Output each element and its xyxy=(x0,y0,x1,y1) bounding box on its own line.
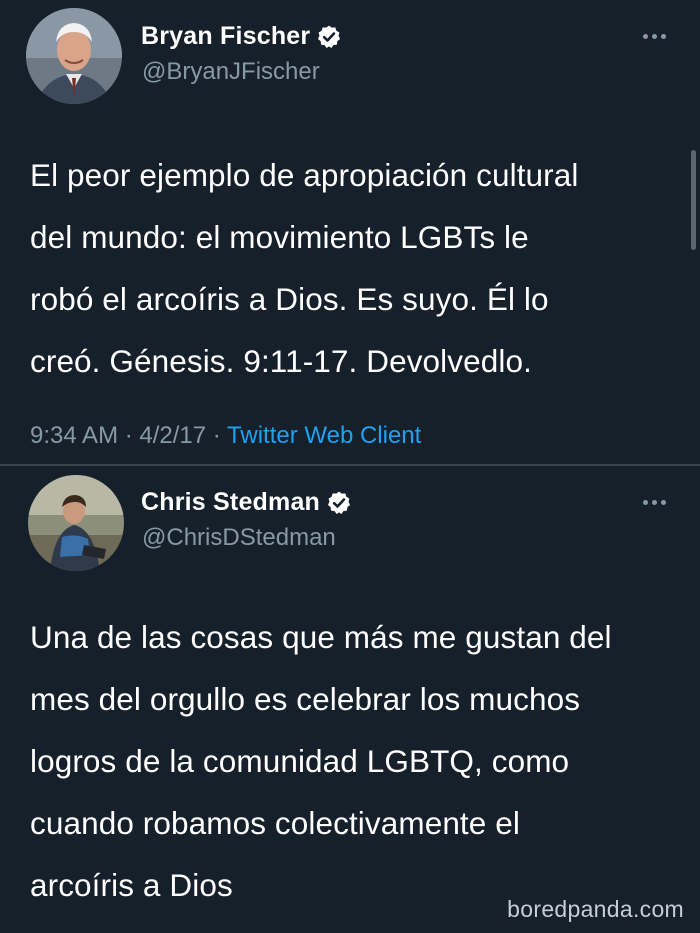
verified-badge-icon xyxy=(318,25,341,48)
tweet-chris-stedman: Chris Stedman @ChrisDStedman Una de las … xyxy=(0,466,700,933)
avatar-bryan-fischer[interactable] xyxy=(26,8,122,104)
meta-separator: · xyxy=(118,422,140,449)
avatar-chris-stedman[interactable] xyxy=(28,475,124,571)
handle[interactable]: @BryanJFischer xyxy=(142,58,320,86)
dot-icon xyxy=(643,500,648,505)
handle[interactable]: @ChrisDStedman xyxy=(142,524,336,552)
meta-separator: · xyxy=(206,422,228,449)
more-options-button[interactable] xyxy=(643,34,666,39)
dot-icon xyxy=(661,500,666,505)
tweet-text: El peor ejemplo de apropiación cultural … xyxy=(30,157,579,379)
author-name-row: Bryan Fischer xyxy=(141,22,342,51)
verified-badge-icon xyxy=(327,491,351,514)
avatar-image xyxy=(28,475,124,571)
avatar-image xyxy=(26,8,122,104)
tweet-date[interactable]: 4/2/17 xyxy=(139,422,206,449)
author-name-row: Chris Stedman xyxy=(141,488,352,517)
tweet-text: Una de las cosas que más me gustan del m… xyxy=(30,619,612,903)
display-name[interactable]: Chris Stedman xyxy=(141,488,320,517)
dot-icon xyxy=(652,500,657,505)
more-options-button[interactable] xyxy=(643,500,666,505)
scrollbar-thumb[interactable] xyxy=(691,150,696,250)
dot-icon xyxy=(643,34,648,39)
tweet-bryan-fischer: Bryan Fischer @BryanJFischer El peor eje… xyxy=(0,0,700,465)
dot-icon xyxy=(661,34,666,39)
tweet-meta: 9:34 AM · 4/2/17 · Twitter Web Client xyxy=(30,422,421,450)
display-name[interactable]: Bryan Fischer xyxy=(141,22,310,51)
tweet-client-link[interactable]: Twitter Web Client xyxy=(227,422,421,449)
watermark: boredpanda.com xyxy=(507,896,684,922)
dot-icon xyxy=(652,34,657,39)
tweet-time[interactable]: 9:34 AM xyxy=(30,422,118,449)
